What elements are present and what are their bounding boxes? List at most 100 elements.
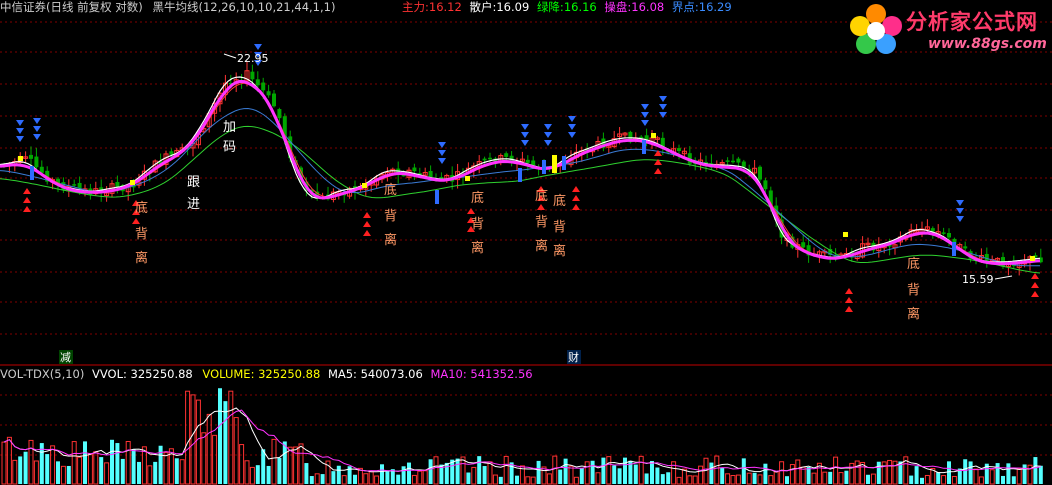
volume-bar xyxy=(828,471,833,484)
candle-body xyxy=(115,182,120,187)
volume-bar xyxy=(725,473,731,485)
signal-bar xyxy=(435,190,439,204)
ma5-value: 540073.06 xyxy=(360,367,423,381)
volume-bar xyxy=(676,476,682,485)
volume-bar xyxy=(244,460,250,485)
volume-bar xyxy=(579,468,584,484)
volume-bar xyxy=(601,457,606,484)
sell-arrow-icon xyxy=(254,44,262,50)
label-li-2: 离 xyxy=(384,232,397,248)
volume-bar xyxy=(854,460,860,485)
volume-bar xyxy=(56,461,60,484)
label-jin: 进 xyxy=(187,197,200,212)
volume-bar xyxy=(720,467,725,484)
volume-bar xyxy=(12,459,18,485)
volume-bar xyxy=(595,472,601,485)
volume-bar xyxy=(195,399,201,485)
sell-arrow-icon xyxy=(956,208,964,214)
watermark-url: www.88gs.com xyxy=(928,36,1047,52)
candle-body xyxy=(266,91,271,96)
stock-chart-canvas[interactable]: 22.95 15.59 加 码 跟 进 底 背 离 底 背 离 底 背 离 底 … xyxy=(0,0,1052,485)
volume-bar xyxy=(650,460,654,484)
volume-bar xyxy=(471,466,477,485)
volume-bar xyxy=(633,464,638,484)
chart-header: 中信证券(日线 前复权 对数) 黑牛均线(12,26,10,10,21,44,1… xyxy=(0,0,335,14)
candle-body xyxy=(34,156,39,168)
buy-arrow-icon xyxy=(467,208,475,214)
ma5-label: MA5: xyxy=(327,367,357,381)
volume-bar xyxy=(989,469,995,485)
candle-body xyxy=(531,160,536,166)
sell-arrow-icon xyxy=(956,216,964,222)
volume-bar xyxy=(331,471,336,484)
volume-bar xyxy=(768,475,774,485)
sell-arrow-icon xyxy=(438,158,446,164)
lvjiang-value: 16.16 xyxy=(563,0,597,14)
volume-bar xyxy=(1011,476,1016,484)
volume-bar xyxy=(735,474,741,485)
volume-bar xyxy=(115,443,120,484)
volume-bar xyxy=(870,473,876,485)
volume-bar xyxy=(947,461,951,484)
volume-bar xyxy=(137,461,141,484)
volume-bar xyxy=(261,449,266,484)
volume-bar xyxy=(153,461,158,484)
volume-bar xyxy=(23,451,28,484)
volume-bar xyxy=(396,474,401,484)
sell-arrow-icon xyxy=(521,132,529,138)
volume-bar xyxy=(341,475,347,485)
volume-bar xyxy=(314,473,320,485)
label-ma: 码 xyxy=(223,140,236,155)
candle-body xyxy=(72,184,77,186)
candle-body xyxy=(763,180,768,190)
volume-bar xyxy=(606,456,612,485)
volume-bar xyxy=(363,473,369,485)
volume-bar xyxy=(644,473,649,484)
buy-arrow-icon xyxy=(845,306,853,312)
buy-arrow-icon xyxy=(363,212,371,218)
volume-bar xyxy=(795,459,801,485)
sell-arrow-icon xyxy=(438,142,446,148)
sell-arrow-icon xyxy=(33,118,41,124)
volume-bar xyxy=(282,441,287,484)
volume-bar xyxy=(692,475,698,485)
volume-bar xyxy=(110,439,114,484)
volume-bar xyxy=(536,460,541,484)
signal-square xyxy=(362,183,367,188)
candle-body xyxy=(525,159,530,163)
buy-arrow-icon xyxy=(363,221,371,227)
volume-bar xyxy=(509,462,514,484)
candle-body xyxy=(758,166,762,180)
volume-bar xyxy=(353,474,357,484)
volume-bar xyxy=(28,439,34,485)
volume-bar xyxy=(368,471,374,485)
grid-lines xyxy=(0,21,1052,456)
volume-bar xyxy=(963,459,968,484)
low-price-label: 15.59 xyxy=(962,273,994,286)
volume-bar xyxy=(666,472,671,484)
volume-bar xyxy=(93,451,99,485)
volume-bar xyxy=(584,461,590,485)
sell-arrow-icon xyxy=(659,96,667,102)
volume-bar xyxy=(741,458,746,484)
high-pointer-line xyxy=(223,53,237,59)
volume-bar xyxy=(660,474,665,484)
label-bei-1: 背 xyxy=(135,227,148,242)
buy-arrow-icon xyxy=(1031,273,1039,279)
candle-body xyxy=(731,160,735,163)
caopan-label: 操盘: xyxy=(604,0,632,14)
volume-bar xyxy=(255,465,260,484)
label-di-5: 底 xyxy=(553,193,566,209)
volume-bar xyxy=(131,449,136,484)
volume-bar xyxy=(757,474,763,485)
volume-bar xyxy=(66,465,71,484)
volume-bar xyxy=(401,466,406,484)
volume-bar xyxy=(179,459,185,485)
volume-bar xyxy=(266,465,271,484)
volume-bar xyxy=(936,472,941,484)
volume-bar xyxy=(515,475,519,484)
candle-body xyxy=(947,232,951,238)
label-di-2: 底 xyxy=(384,182,397,198)
label-li-6: 离 xyxy=(907,306,920,322)
volume-bar xyxy=(924,474,930,485)
